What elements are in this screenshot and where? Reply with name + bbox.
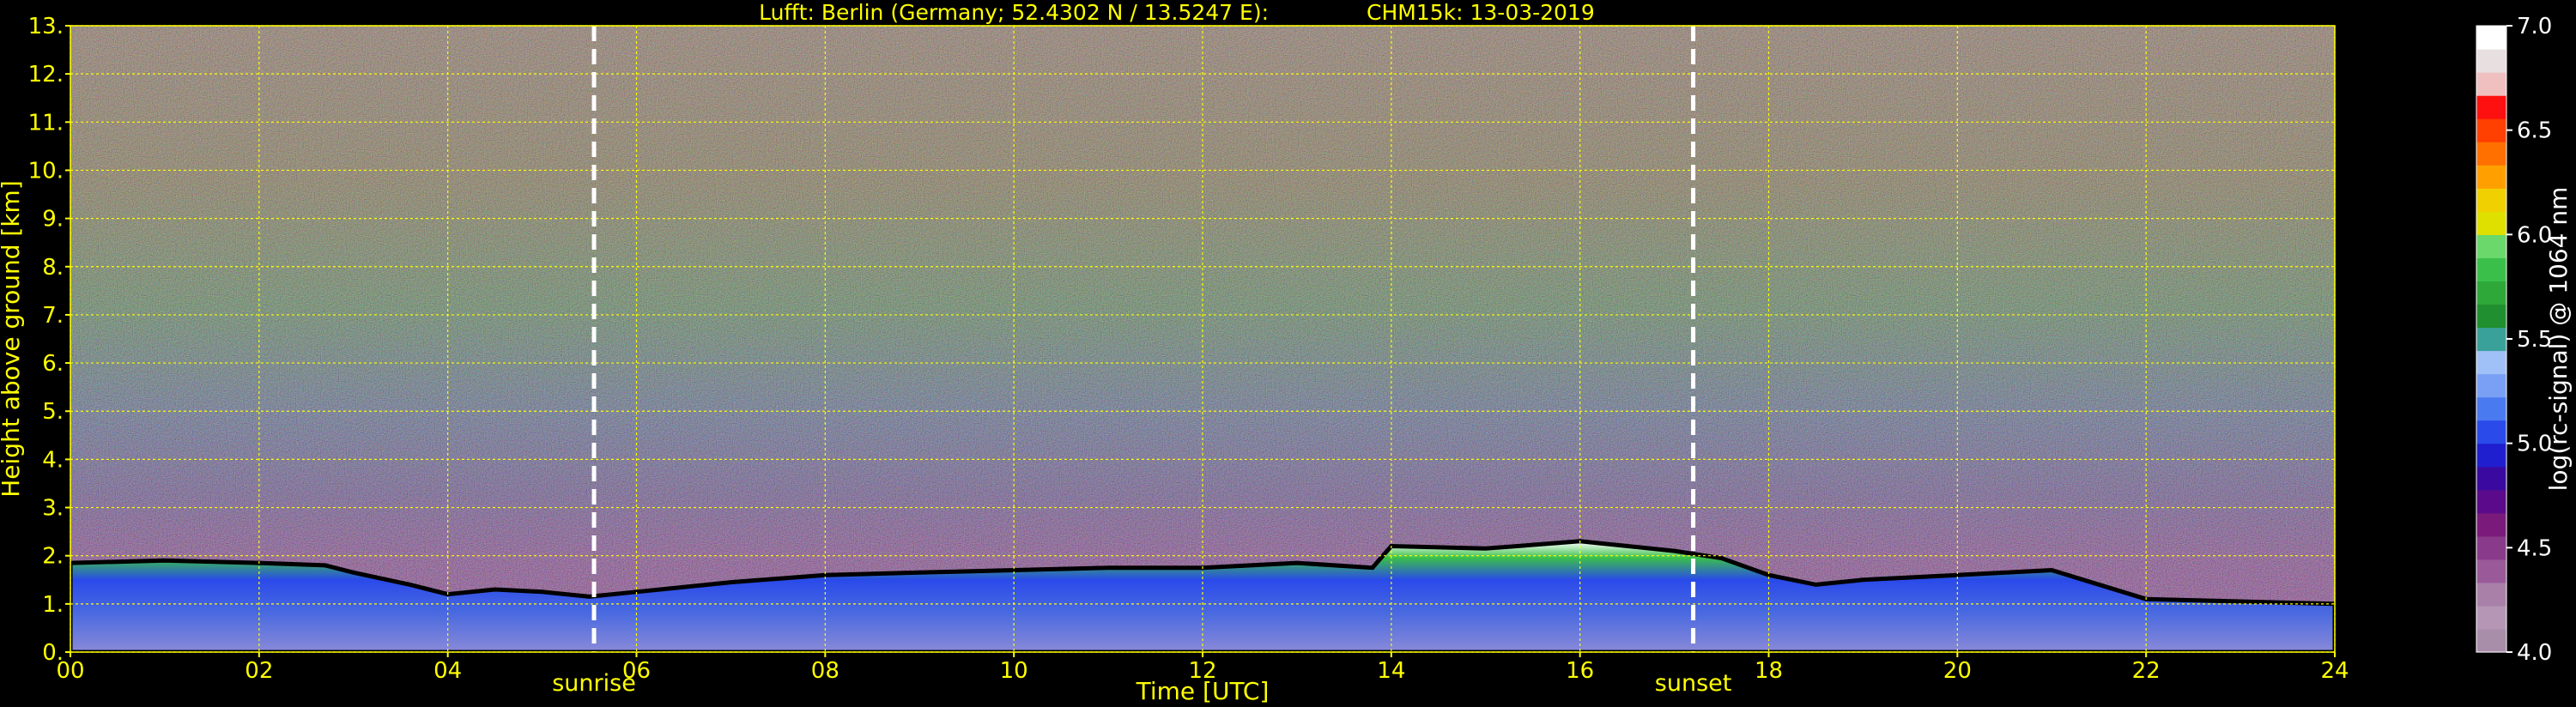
y-tick-label: 6. — [42, 351, 64, 377]
y-tick-label: 11. — [28, 110, 64, 136]
colorbar-segment — [2476, 118, 2506, 142]
y-tick-label: 8. — [42, 255, 64, 281]
x-tick-label: 02 — [245, 658, 273, 684]
colorbar-tick-label: 4.5 — [2517, 535, 2552, 561]
x-tick-label: 10 — [1000, 658, 1028, 684]
y-tick-label: 13. — [28, 14, 64, 39]
colorbar-tick-label: 6.5 — [2517, 118, 2552, 144]
colorbar-segment — [2476, 420, 2506, 444]
colorbar-segment — [2476, 559, 2506, 583]
colorbar-segment — [2476, 327, 2506, 352]
x-tick-label: 04 — [433, 658, 462, 684]
colorbar-segment — [2476, 188, 2506, 212]
chart-title-right: CHM15k: 13-03-2019 — [1367, 0, 1595, 25]
x-axis-label: Time [UTC] — [1136, 677, 1270, 705]
ceilometer-figure: Lufft: Berlin (Germany; 52.4302 N / 13.5… — [0, 0, 2576, 707]
y-tick-label: 12. — [28, 62, 64, 88]
colorbar-segment — [2476, 165, 2506, 189]
x-tick-label: 08 — [811, 658, 839, 684]
colorbar-segment — [2476, 49, 2506, 73]
colorbar-label: log(rc-signal) @ 1064 nm — [2544, 187, 2573, 492]
y-tick-label: 0. — [42, 640, 64, 666]
y-tick-label: 2. — [42, 544, 64, 570]
colorbar-tick-label: 4.0 — [2517, 640, 2552, 666]
colorbar-segment — [2476, 582, 2506, 607]
y-tick-label: 5. — [42, 399, 64, 425]
x-tick-label: 16 — [1566, 658, 1594, 684]
colorbar-tick-label: 7.0 — [2517, 14, 2552, 39]
colorbar-segment — [2476, 628, 2506, 653]
y-tick-label: 10. — [28, 158, 64, 184]
x-tick-label: 14 — [1377, 658, 1405, 684]
colorbar-segment — [2476, 72, 2506, 96]
y-tick-label: 4. — [42, 447, 64, 473]
colorbar-segment — [2476, 26, 2506, 50]
y-axis-label: Height above ground [km] — [0, 180, 25, 498]
sunset-label: sunset — [1655, 670, 1732, 697]
colorbar-segment — [2476, 304, 2506, 329]
colorbar-segment — [2476, 257, 2506, 282]
x-tick-label: 18 — [1755, 658, 1783, 684]
x-tick-label: 20 — [1943, 658, 1972, 684]
plot-area — [70, 25, 2336, 653]
colorbar-segment — [2476, 281, 2506, 305]
y-tick-label: 9. — [42, 207, 64, 233]
y-tick-label: 1. — [42, 592, 64, 618]
chart-title-left: Lufft: Berlin (Germany; 52.4302 N / 13.5… — [759, 0, 1269, 25]
colorbar-segment — [2476, 489, 2506, 514]
colorbar-segment — [2476, 605, 2506, 630]
sunrise-label: sunrise — [552, 670, 636, 697]
colorbar — [2476, 25, 2507, 653]
colorbar-segment — [2476, 350, 2506, 375]
x-tick-label: 22 — [2132, 658, 2161, 684]
colorbar-segment — [2476, 373, 2506, 398]
colorbar-segment — [2476, 396, 2506, 421]
colorbar-segment — [2476, 443, 2506, 468]
y-tick-label: 3. — [42, 496, 64, 522]
colorbar-segment — [2476, 512, 2506, 537]
colorbar-segment — [2476, 234, 2506, 258]
colorbar-segment — [2476, 142, 2506, 166]
colorbar-segment — [2476, 466, 2506, 491]
colorbar-segment — [2476, 95, 2506, 119]
colorbar-segment — [2476, 211, 2506, 235]
y-tick-label: 7. — [42, 303, 64, 329]
x-tick-label: 24 — [2320, 658, 2349, 684]
colorbar-segment — [2476, 535, 2506, 560]
